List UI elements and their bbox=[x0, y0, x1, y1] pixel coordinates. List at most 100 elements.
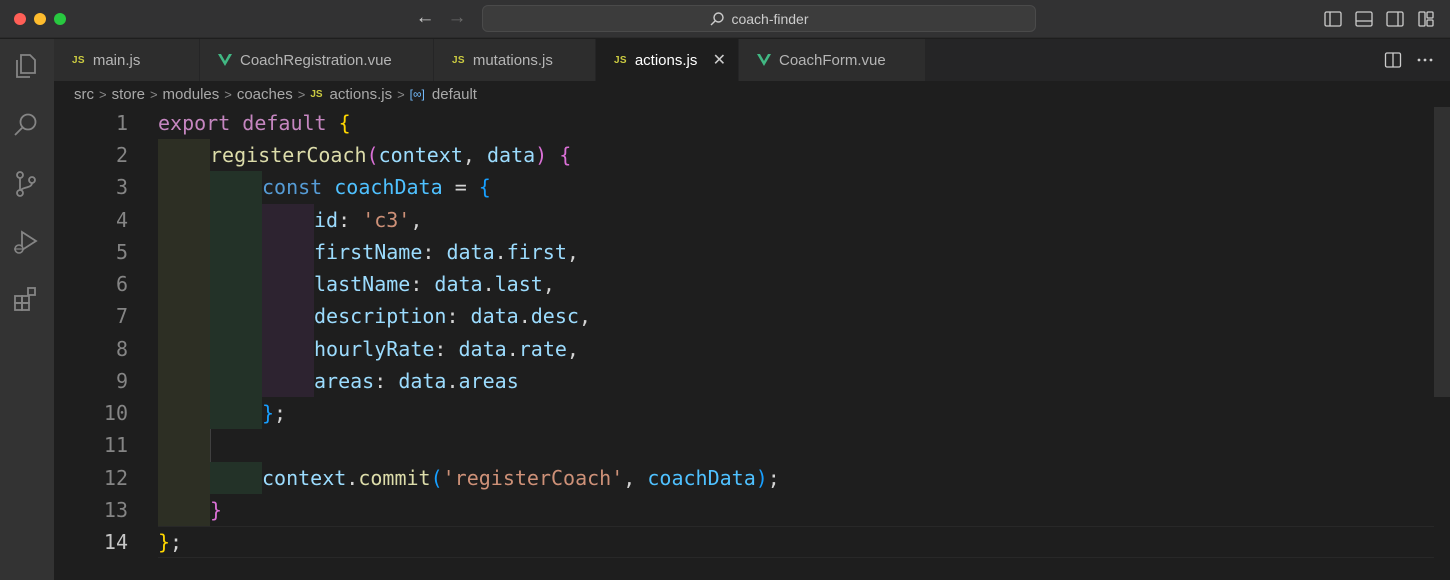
breadcrumb-symbol[interactable]: default bbox=[432, 86, 477, 103]
code-token: firstName bbox=[314, 240, 423, 264]
tab-main-js[interactable]: JS main.js bbox=[54, 39, 200, 81]
code-token: coachData bbox=[334, 175, 443, 199]
tab-label: CoachForm.vue bbox=[779, 51, 886, 69]
code-token: = bbox=[454, 175, 467, 199]
breadcrumb-item[interactable]: store bbox=[112, 86, 145, 103]
command-center-text: coach-finder bbox=[731, 10, 809, 27]
command-center-search[interactable]: coach-finder bbox=[482, 5, 1036, 32]
tab-mutations-js[interactable]: JS mutations.js bbox=[434, 39, 596, 81]
line-number-gutter: 1 2 3 4 5 6 7 8 9 10 11 12 13 14 bbox=[54, 107, 158, 580]
breadcrumb-item[interactable]: src bbox=[74, 86, 94, 103]
code-token: desc bbox=[530, 304, 579, 328]
js-file-icon: JS bbox=[452, 54, 465, 66]
js-file-icon: JS bbox=[310, 88, 323, 100]
files-icon[interactable] bbox=[9, 49, 43, 83]
tab-coach-registration-vue[interactable]: CoachRegistration.vue bbox=[200, 39, 434, 81]
toggle-secondary-sidebar-icon[interactable] bbox=[1385, 9, 1405, 29]
code-token: . bbox=[506, 337, 519, 361]
code-editor[interactable]: 1 2 3 4 5 6 7 8 9 10 11 12 13 14 export … bbox=[54, 107, 1450, 580]
code-token: coachData bbox=[647, 466, 756, 490]
code-area[interactable]: export default { registerCoach(context, … bbox=[158, 107, 1434, 580]
code-token: data bbox=[398, 369, 447, 393]
code-line: hourlyRate: data.rate, bbox=[314, 333, 579, 365]
customize-layout-icon[interactable] bbox=[1416, 9, 1436, 29]
indent-highlight-level-2 bbox=[210, 462, 262, 494]
code-token: ; bbox=[274, 401, 287, 425]
code-token: description bbox=[314, 304, 447, 328]
code-token: , bbox=[410, 208, 423, 232]
code-token: : bbox=[374, 369, 387, 393]
run-debug-icon[interactable] bbox=[9, 225, 43, 259]
code-token: } bbox=[210, 498, 223, 522]
code-token: , bbox=[566, 240, 579, 264]
extensions-icon[interactable] bbox=[9, 282, 43, 316]
close-icon[interactable]: ✕ bbox=[713, 50, 726, 70]
line-number: 8 bbox=[115, 337, 128, 361]
tab-label: main.js bbox=[92, 51, 141, 69]
breadcrumb-separator: > bbox=[297, 86, 306, 102]
search-icon[interactable] bbox=[9, 108, 43, 142]
tab-coach-form-vue[interactable]: CoachForm.vue bbox=[739, 39, 926, 81]
code-line: context.commit('registerCoach', coachDat… bbox=[262, 462, 780, 494]
code-line: lastName: data.last, bbox=[314, 268, 555, 300]
toggle-primary-sidebar-icon[interactable] bbox=[1323, 9, 1343, 29]
more-actions-icon[interactable] bbox=[1416, 50, 1434, 70]
line-number: 6 bbox=[115, 272, 128, 296]
breadcrumb-item[interactable]: modules bbox=[163, 86, 220, 103]
code-line: }; bbox=[158, 526, 182, 558]
indent-guide bbox=[210, 429, 211, 462]
breadcrumb-file[interactable]: actions.js bbox=[330, 86, 393, 103]
vue-file-icon bbox=[218, 54, 232, 66]
code-token: . bbox=[494, 240, 507, 264]
line-number: 13 bbox=[103, 498, 128, 522]
tab-actions-js[interactable]: JS actions.js ✕ bbox=[596, 39, 739, 81]
code-token: { bbox=[338, 111, 351, 135]
line-number: 9 bbox=[115, 369, 128, 393]
code-line: export default { bbox=[158, 107, 351, 139]
line-number: 5 bbox=[115, 240, 128, 264]
code-token: , bbox=[462, 143, 475, 167]
code-token: , bbox=[542, 272, 555, 296]
code-token: : bbox=[410, 272, 423, 296]
code-token: registerCoach bbox=[210, 143, 367, 167]
symbol-icon: [∞] bbox=[409, 87, 425, 101]
search-icon bbox=[710, 11, 725, 25]
line-number: 10 bbox=[103, 401, 128, 425]
code-token: , bbox=[566, 337, 579, 361]
back-arrow-icon[interactable]: ← bbox=[413, 7, 437, 31]
line-number: 2 bbox=[115, 143, 128, 167]
code-token: } bbox=[158, 530, 171, 554]
close-window-button[interactable] bbox=[14, 13, 26, 25]
js-file-icon: JS bbox=[72, 54, 85, 66]
minimize-window-button[interactable] bbox=[34, 13, 46, 25]
code-token: id bbox=[314, 208, 339, 232]
indent-highlight-level-3 bbox=[262, 204, 314, 397]
zoom-window-button[interactable] bbox=[54, 13, 66, 25]
breadcrumb-separator: > bbox=[99, 86, 107, 102]
code-line: } bbox=[210, 494, 222, 526]
code-token: : bbox=[422, 240, 435, 264]
line-number: 3 bbox=[115, 175, 128, 199]
code-line: areas: data.areas bbox=[314, 365, 519, 397]
code-token: data bbox=[446, 240, 495, 264]
code-token: last bbox=[494, 272, 543, 296]
line-number: 12 bbox=[103, 466, 128, 490]
code-token: first bbox=[506, 240, 567, 264]
source-control-icon[interactable] bbox=[9, 167, 43, 201]
code-token: : bbox=[446, 304, 459, 328]
indent-highlight-level-1 bbox=[158, 139, 210, 494]
code-token: areas bbox=[458, 369, 519, 393]
code-token: data bbox=[486, 143, 536, 167]
code-token: 'c3' bbox=[362, 208, 411, 232]
toggle-panel-icon[interactable] bbox=[1354, 9, 1374, 29]
code-token: commit bbox=[358, 466, 431, 490]
code-token: . bbox=[482, 272, 495, 296]
breadcrumb-item[interactable]: coaches bbox=[237, 86, 293, 103]
editor-tab-bar: JS main.js CoachRegistration.vue JS muta… bbox=[54, 39, 1450, 81]
split-editor-icon[interactable] bbox=[1384, 50, 1402, 70]
code-token: . bbox=[346, 466, 359, 490]
code-line: registerCoach(context, data) { bbox=[210, 139, 571, 171]
forward-arrow-icon[interactable]: → bbox=[445, 7, 469, 31]
line-number-current: 14 bbox=[103, 530, 128, 554]
vertical-scrollbar[interactable] bbox=[1434, 107, 1450, 397]
